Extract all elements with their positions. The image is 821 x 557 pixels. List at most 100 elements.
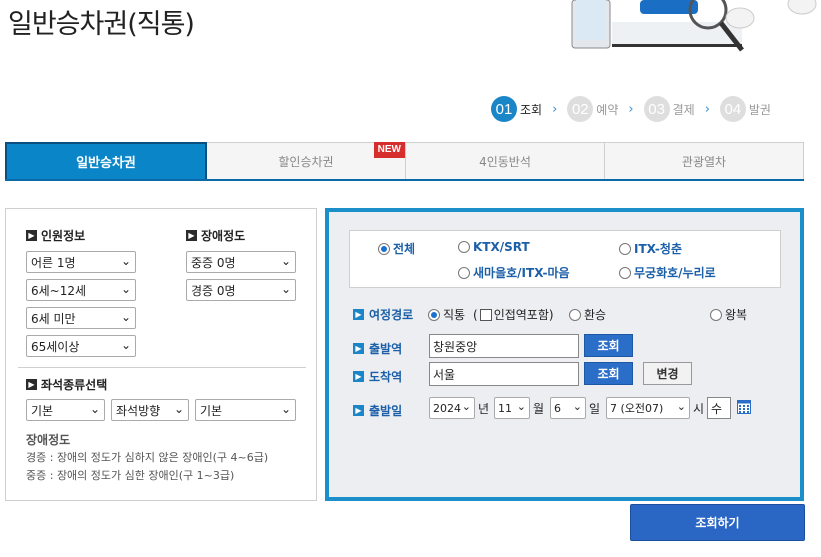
hour-unit: 시 — [693, 402, 705, 416]
chevron-down-icon: ⌄ — [461, 400, 471, 413]
disability-title: ▶ 장애정도 — [186, 227, 245, 244]
step-label: 조회 — [520, 102, 543, 117]
senior-count-select[interactable]: 65세이상 ⌄ — [26, 335, 136, 357]
tab-discount-ticket[interactable]: 할인승차권 NEW — [207, 142, 406, 179]
radio-dot — [378, 242, 390, 255]
swap-stations-button[interactable]: 변경 — [643, 362, 692, 385]
page-title: 일반승차권(직통) — [8, 9, 195, 40]
note-title: 장애정도 — [26, 433, 71, 447]
chevron-down-icon: ⌄ — [120, 282, 131, 296]
infant-count-select[interactable]: 6세 미만 ⌄ — [26, 307, 136, 329]
train-type-box: 전체 KTX/SRT ITX-청춘 새마을호/ITX-마음 무궁화호/누리로 — [349, 230, 781, 288]
departure-label: ▶ 출발역 — [353, 340, 402, 357]
step-number: 03 — [643, 96, 670, 122]
radio-ktx-srt[interactable]: KTX/SRT — [458, 240, 530, 254]
step-number: 04 — [719, 96, 746, 122]
search-button[interactable]: 조회하기 — [630, 504, 805, 541]
month-unit: 월 — [533, 402, 545, 416]
chevron-right-icon: › — [704, 101, 710, 117]
chevron-down-icon: ⌄ — [173, 402, 184, 416]
severe-disability-select[interactable]: 중증 0명 ⌄ — [186, 251, 296, 273]
new-badge: NEW — [373, 142, 405, 158]
seat-direction-select[interactable]: 좌석방향 ⌄ — [111, 399, 189, 421]
chevron-down-icon: ⌄ — [120, 338, 131, 352]
seat-position-select[interactable]: 기본 ⌄ — [195, 399, 296, 421]
step-issue: 04 발권 — [719, 96, 771, 122]
arrival-lookup-button[interactable]: 조회 — [584, 362, 633, 385]
arrow-bullet-icon: ▶ — [26, 230, 37, 241]
hour-select[interactable]: 7 (오전07) ⌄ — [606, 397, 690, 419]
tab-label: 할인승차권 — [278, 154, 334, 169]
departure-date-label: ▶ 출발일 — [353, 402, 402, 419]
step-number: 02 — [567, 96, 594, 122]
step-number: 01 — [491, 96, 517, 122]
calendar-icon[interactable] — [737, 400, 751, 414]
chevron-down-icon: ⌄ — [280, 254, 291, 268]
radio-transfer[interactable]: 환승 — [569, 306, 606, 323]
departure-station-input[interactable]: 창원중앙 — [429, 334, 579, 358]
child-count-select[interactable]: 6세~12세 ⌄ — [26, 279, 136, 301]
chevron-down-icon: ⌄ — [572, 400, 582, 413]
chevron-down-icon: ⌄ — [120, 254, 131, 268]
note-severe: 중증 : 장애의 정도가 심한 장애인(구 1~3급) — [26, 469, 235, 482]
chevron-down-icon: ⌄ — [516, 400, 526, 413]
arrow-bullet-icon: ▶ — [26, 379, 37, 390]
chevron-down-icon: ⌄ — [120, 310, 131, 324]
tab-general-ticket[interactable]: 일반승차권 — [5, 142, 207, 179]
radio-dot — [458, 266, 470, 279]
adult-count-select[interactable]: 어른 1명 ⌄ — [26, 251, 136, 273]
tab-four-person-seat[interactable]: 4인동반석 — [406, 142, 605, 179]
step-label: 결제 — [672, 102, 695, 117]
checkbox[interactable] — [479, 308, 492, 321]
header-illustration — [560, 0, 821, 60]
note-mild: 경증 : 장애의 정도가 심하지 않은 장애인(구 4~6급) — [26, 451, 269, 464]
chevron-right-icon: › — [628, 101, 634, 117]
tab-tourist-train[interactable]: 관광열차 — [605, 142, 804, 179]
divider — [18, 367, 306, 368]
progress-steps: 01 조회 › 02 예약 › 03 결제 › 04 발권 — [491, 96, 771, 122]
arrival-label: ▶ 도착역 — [353, 368, 402, 385]
radio-dot — [710, 308, 722, 321]
passenger-info-title: ▶ 인원정보 — [26, 227, 85, 244]
step-label: 예약 — [596, 102, 619, 117]
arrow-bullet-icon: ▶ — [353, 371, 364, 382]
radio-dot — [619, 266, 631, 279]
radio-dot — [458, 241, 470, 253]
step-label: 발권 — [748, 102, 771, 117]
step-search: 01 조회 — [491, 96, 542, 122]
arrival-station-input[interactable]: 서울 — [429, 362, 579, 386]
radio-itx-cheongchun[interactable]: ITX-청춘 — [619, 240, 682, 257]
radio-dot — [619, 242, 631, 255]
arrow-bullet-icon: ▶ — [353, 343, 364, 354]
radio-round-trip[interactable]: 왕복 — [710, 306, 747, 323]
arrow-bullet-icon: ▶ — [186, 230, 197, 241]
seat-type-select[interactable]: 기본 ⌄ — [26, 399, 105, 421]
radio-mugunghwa-nuriro[interactable]: 무궁화호/누리로 — [619, 264, 716, 281]
mild-disability-select[interactable]: 경증 0명 ⌄ — [186, 279, 296, 301]
day-unit: 일 — [589, 402, 601, 416]
ticket-type-tabs: 일반승차권 할인승차권 NEW 4인동반석 관광열차 — [5, 142, 804, 181]
weekday-display: 수 — [707, 397, 731, 419]
route-label: ▶ 여정경로 — [353, 306, 413, 323]
chevron-down-icon: ⌄ — [280, 282, 291, 296]
chevron-down-icon: ⌄ — [89, 402, 100, 416]
radio-all[interactable]: 전체 — [378, 240, 415, 257]
passenger-panel: ▶ 인원정보 ▶ 장애정도 어른 1명 ⌄ 6세~12세 ⌄ 6세 미만 ⌄ 65세이… — [5, 208, 317, 501]
month-select[interactable]: 11 ⌄ — [494, 397, 530, 419]
chevron-down-icon: ⌄ — [280, 402, 291, 416]
day-select[interactable]: 6 ⌄ — [550, 397, 586, 419]
departure-lookup-button[interactable]: 조회 — [584, 334, 633, 357]
arrow-bullet-icon: ▶ — [353, 309, 364, 320]
year-unit: 년 — [478, 402, 490, 416]
radio-saemaeul-itx-maeum[interactable]: 새마을호/ITX-마음 — [458, 264, 570, 281]
radio-direct[interactable]: 직통 — [428, 306, 465, 323]
step-payment: 03 결제 — [643, 96, 695, 122]
seat-type-title: ▶ 좌석종류선택 — [26, 376, 107, 393]
search-panel: 전체 KTX/SRT ITX-청춘 새마을호/ITX-마음 무궁화호/누리로 ▶… — [325, 208, 804, 501]
radio-dot — [428, 308, 440, 321]
year-select[interactable]: 2024 ⌄ — [429, 397, 475, 419]
chevron-down-icon: ⌄ — [676, 400, 686, 413]
chevron-right-icon: › — [552, 101, 558, 117]
adjacent-station-checkbox[interactable]: (인접역포함) — [473, 306, 554, 323]
radio-dot — [569, 308, 581, 321]
